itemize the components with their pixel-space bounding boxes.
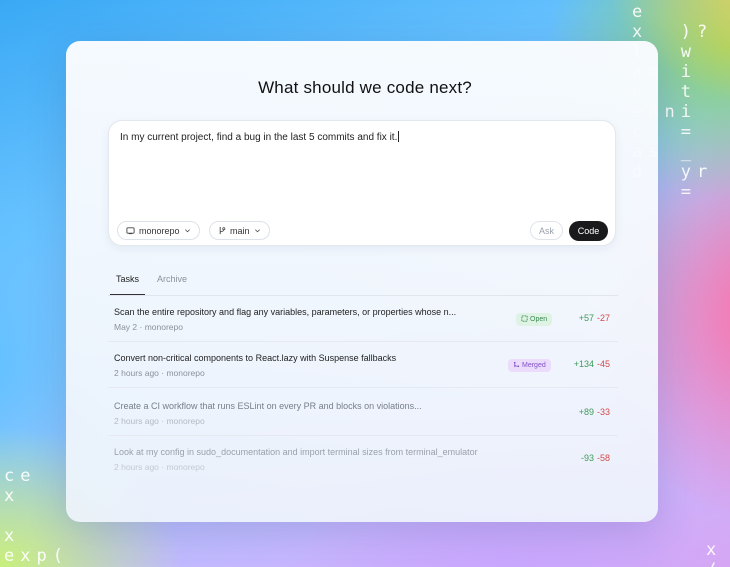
repo-selector-label: monorepo [139,225,180,236]
branch-selector[interactable]: main [209,221,270,240]
text-caret [398,131,400,142]
task-tabs: Tasks Archive [108,268,618,296]
deletions-count: -45 [596,359,610,369]
task-title: Create a CI workflow that runs ESLint on… [114,401,422,411]
additions-count: +134 [573,359,594,369]
status-badge-label: Merged [522,362,546,369]
tab-tasks[interactable]: Tasks [109,274,146,295]
task-meta: 2 hours ago · monorepo [114,368,205,378]
additions-count: +89 [578,407,594,417]
prompt-input-value: In my current project, find a bug in the… [120,132,398,143]
status-badge-label: Open [530,316,548,323]
task-title: Scan the entire repository and flag any … [114,307,457,317]
diff-stats: -93 -58 [581,453,610,463]
chevron-down-icon [184,227,191,234]
additions-count: -93 [580,453,594,463]
open-pr-icon [521,315,528,324]
branch-icon [218,226,226,235]
repo-selector[interactable]: monorepo [117,221,200,240]
task-row[interactable]: Scan the entire repository and flag any … [108,296,618,342]
diff-stats: +134 -45 [574,359,610,369]
deletions-count: -58 [596,453,610,463]
decorative-code-glyphs-bottom-right: x / [706,540,723,567]
chevron-down-icon [254,227,261,234]
additions-count: +57 [578,313,594,323]
task-title: Look at my config in sudo_documentation … [114,447,478,457]
tab-archive[interactable]: Archive [157,274,187,284]
task-row[interactable]: Look at my config in sudo_documentation … [108,436,618,482]
task-row[interactable]: Convert non-critical components to React… [108,342,618,388]
status-badge: Merged [508,359,551,372]
deletions-count: -27 [596,313,610,323]
page-title: What should we code next? [258,78,472,97]
diff-stats: +57 -27 [579,313,610,323]
diff-stats: +89 -33 [579,407,610,417]
task-row[interactable]: Create a CI workflow that runs ESLint on… [108,390,618,436]
ask-button[interactable]: Ask [530,221,563,240]
prompt-input[interactable]: In my current project, find a bug in the… [120,131,400,143]
prompt-composer[interactable]: In my current project, find a bug in the… [108,120,616,246]
branch-selector-label: main [230,225,250,236]
code-button[interactable]: Code [569,221,608,241]
merged-pr-icon [513,361,520,370]
deletions-count: -33 [596,407,610,417]
repo-icon [126,226,135,235]
task-meta: 2 hours ago · monorepo [114,416,205,426]
task-meta: May 2 · monorepo [114,322,183,332]
status-badge: Open [516,313,553,326]
task-meta: 2 hours ago · monorepo [114,462,205,472]
task-title: Convert non-critical components to React… [114,353,397,363]
